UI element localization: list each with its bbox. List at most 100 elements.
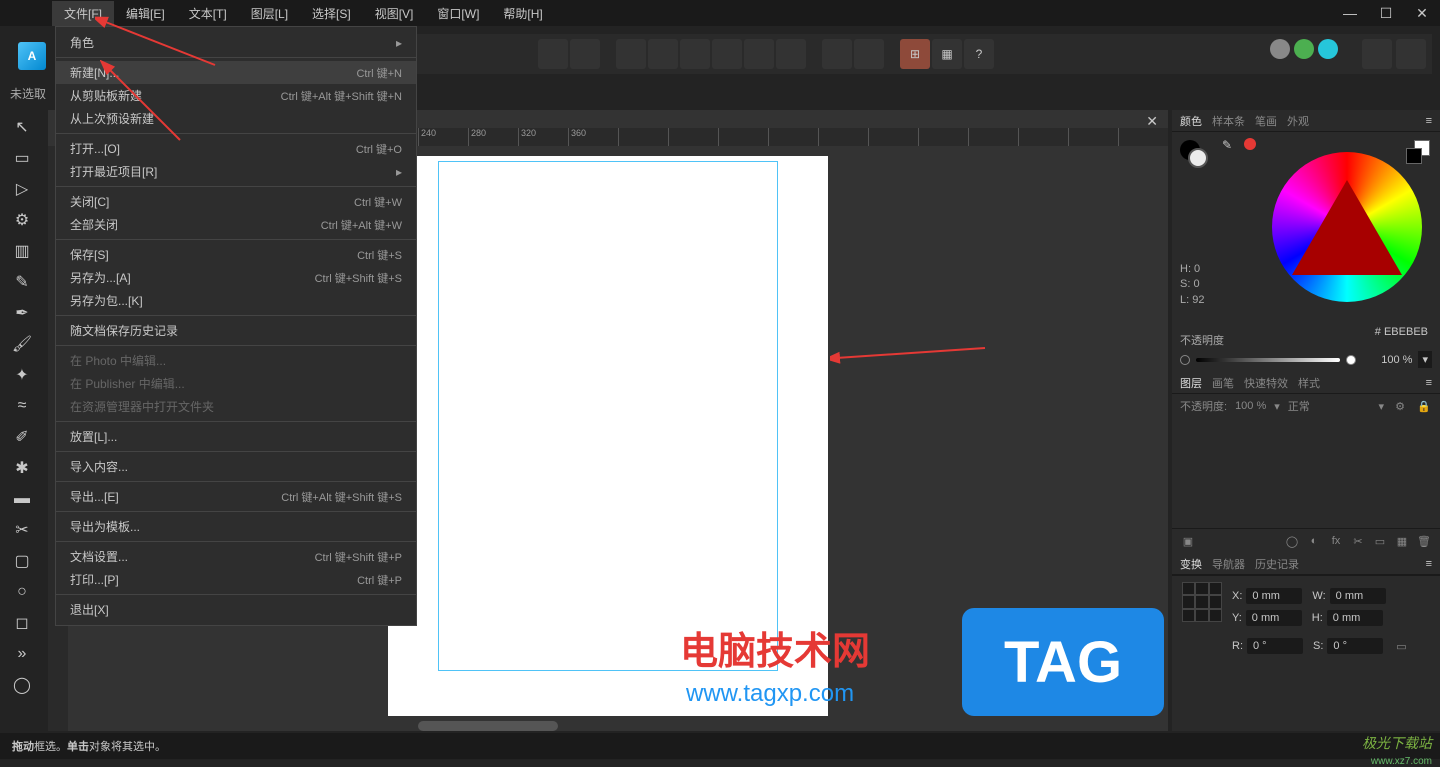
marquee-tool[interactable]: ▭ <box>7 145 37 171</box>
window-close-button[interactable]: ✕ <box>1404 0 1440 26</box>
menu-item[interactable]: 从上次预设新建 <box>56 107 416 130</box>
layer-icon[interactable]: ◯ <box>1284 533 1300 549</box>
recent-color-icon[interactable] <box>1244 138 1256 150</box>
eyedropper-tool[interactable]: ✐ <box>7 424 37 450</box>
pen-tool[interactable]: ✒ <box>7 300 37 326</box>
menu-帮助[interactable]: 帮助[H] <box>491 1 554 26</box>
layers-list[interactable] <box>1172 418 1440 528</box>
toolbar-button[interactable] <box>538 39 568 69</box>
gear-tool[interactable]: ⚙ <box>7 207 37 233</box>
menu-item[interactable]: 关闭[C]Ctrl 键+W <box>56 190 416 213</box>
panel-menu-icon[interactable]: ≡ <box>1426 558 1432 570</box>
menu-选择[interactable]: 选择[S] <box>300 1 363 26</box>
eyedropper-icon[interactable]: ✎ <box>1222 138 1232 152</box>
y-field[interactable]: 0 mm <box>1246 610 1302 626</box>
h-field[interactable]: 0 mm <box>1327 610 1383 626</box>
menu-item[interactable]: 导入内容... <box>56 455 416 478</box>
menu-item[interactable]: 全部关闭Ctrl 键+Alt 键+W <box>56 213 416 236</box>
menu-item[interactable]: 文档设置...Ctrl 键+Shift 键+P <box>56 545 416 568</box>
persona-designer-icon[interactable] <box>1270 39 1290 59</box>
menu-item[interactable]: 从剪贴板新建Ctrl 键+Alt 键+Shift 键+N <box>56 84 416 107</box>
menu-文件[interactable]: 文件[F] <box>52 1 114 26</box>
menu-item[interactable]: 导出为模板... <box>56 515 416 538</box>
toolbar-button[interactable] <box>854 39 884 69</box>
layer-opacity-dropdown-icon[interactable]: ▾ <box>1274 400 1280 413</box>
node-tool[interactable]: ▷ <box>7 176 37 202</box>
opacity-value[interactable]: 100 % <box>1362 354 1412 366</box>
stroke-swatch[interactable] <box>1406 148 1422 164</box>
tab-navigator[interactable]: 导航器 <box>1212 556 1245 572</box>
help-button[interactable]: ? <box>964 39 994 69</box>
opacity-slider[interactable] <box>1196 358 1340 362</box>
persona-pixel-icon[interactable] <box>1294 39 1314 59</box>
color-wheel[interactable] <box>1272 152 1422 302</box>
blend-dropdown-icon[interactable]: ▾ <box>1378 400 1384 413</box>
snap-button[interactable]: ⊞ <box>900 39 930 69</box>
fill-stroke-swatch[interactable] <box>1406 140 1430 164</box>
menu-窗口[interactable]: 窗口[W] <box>425 1 491 26</box>
tab-layers[interactable]: 图层 <box>1180 375 1202 391</box>
panel-menu-icon[interactable]: ≡ <box>1426 377 1432 389</box>
toolbar-button[interactable] <box>1396 39 1426 69</box>
menu-item[interactable]: 新建[N]...Ctrl 键+N <box>56 61 416 84</box>
spray-tool[interactable]: ✦ <box>7 362 37 388</box>
color-triangle[interactable] <box>1292 180 1402 275</box>
tab-brushes[interactable]: 画笔 <box>1212 375 1234 391</box>
menu-item[interactable]: 打开...[O]Ctrl 键+O <box>56 137 416 160</box>
toolbar-button[interactable] <box>744 39 774 69</box>
add-pixel-layer-icon[interactable]: ▦ <box>1394 533 1410 549</box>
shape-star-tool[interactable]: ✱ <box>7 455 37 481</box>
toolbar-button[interactable] <box>570 39 600 69</box>
toolbar-button[interactable] <box>776 39 806 69</box>
more-tool[interactable]: » <box>7 641 37 667</box>
align-button[interactable]: ▦ <box>932 39 962 69</box>
menu-item[interactable]: 随文档保存历史记录 <box>56 319 416 342</box>
ellipse-tool[interactable]: ○ <box>7 579 37 605</box>
toolbar-button[interactable] <box>712 39 742 69</box>
menu-图层[interactable]: 图层[L] <box>239 1 300 26</box>
tab-fx[interactable]: 快速特效 <box>1244 375 1288 391</box>
menu-item[interactable]: 另存为包...[K] <box>56 289 416 312</box>
anchor-selector[interactable] <box>1182 582 1222 622</box>
layer-opacity-value[interactable]: 100 % <box>1235 400 1266 412</box>
menu-文本[interactable]: 文本[T] <box>177 1 239 26</box>
fill-tool[interactable]: ▬ <box>7 486 37 512</box>
hex-value[interactable]: EBEBEB <box>1384 326 1428 338</box>
delete-layer-icon[interactable]: 🗑 <box>1416 533 1432 549</box>
tab-swatches[interactable]: 样本条 <box>1212 113 1245 129</box>
smudge-tool[interactable]: ≈ <box>7 393 37 419</box>
persona-export-icon[interactable] <box>1318 39 1338 59</box>
toolbar-button[interactable] <box>680 39 710 69</box>
mask-icon[interactable]: ▣ <box>1180 533 1196 549</box>
crop-tool[interactable]: ✂ <box>7 517 37 543</box>
r-field[interactable]: 0 ° <box>1247 638 1303 654</box>
menu-视图[interactable]: 视图[V] <box>363 1 426 26</box>
menu-item[interactable]: 导出...[E]Ctrl 键+Alt 键+Shift 键+S <box>56 485 416 508</box>
horizontal-scrollbar[interactable] <box>418 721 558 731</box>
toolbar-button[interactable] <box>822 39 852 69</box>
tab-transform[interactable]: 变换 <box>1180 556 1202 572</box>
pencil-tool[interactable]: ✎ <box>7 269 37 295</box>
tab-history[interactable]: 历史记录 <box>1255 556 1299 572</box>
tab-appearance[interactable]: 外观 <box>1287 113 1309 129</box>
blend-mode-select[interactable]: 正常 <box>1288 398 1310 414</box>
gear-icon[interactable]: ⚙ <box>1392 398 1408 414</box>
hex-field[interactable]: # EBEBEB <box>1375 326 1428 338</box>
x-field[interactable]: 0 mm <box>1246 588 1302 604</box>
swatch-tool[interactable]: ◯ <box>7 672 37 698</box>
toolbar-button[interactable] <box>1362 39 1392 69</box>
window-maximize-button[interactable]: ☐ <box>1368 0 1404 26</box>
tab-stroke[interactable]: 笔画 <box>1255 113 1277 129</box>
toolbar-button[interactable] <box>616 39 646 69</box>
fill-color-icon[interactable] <box>1188 148 1208 168</box>
menu-item[interactable]: 另存为...[A]Ctrl 键+Shift 键+S <box>56 266 416 289</box>
crop-icon[interactable]: ✂ <box>1350 533 1366 549</box>
s-field[interactable]: 0 ° <box>1327 638 1383 654</box>
menu-item[interactable]: 放置[L]... <box>56 425 416 448</box>
tab-color[interactable]: 颜色 <box>1180 113 1202 129</box>
layer-icon[interactable]: ◐ <box>1306 533 1322 549</box>
panel-menu-icon[interactable]: ≡ <box>1426 115 1432 127</box>
tab-styles[interactable]: 样式 <box>1298 375 1320 391</box>
adjust-icon[interactable] <box>1202 533 1218 549</box>
flip-h-icon[interactable]: ▭ <box>1393 638 1409 654</box>
